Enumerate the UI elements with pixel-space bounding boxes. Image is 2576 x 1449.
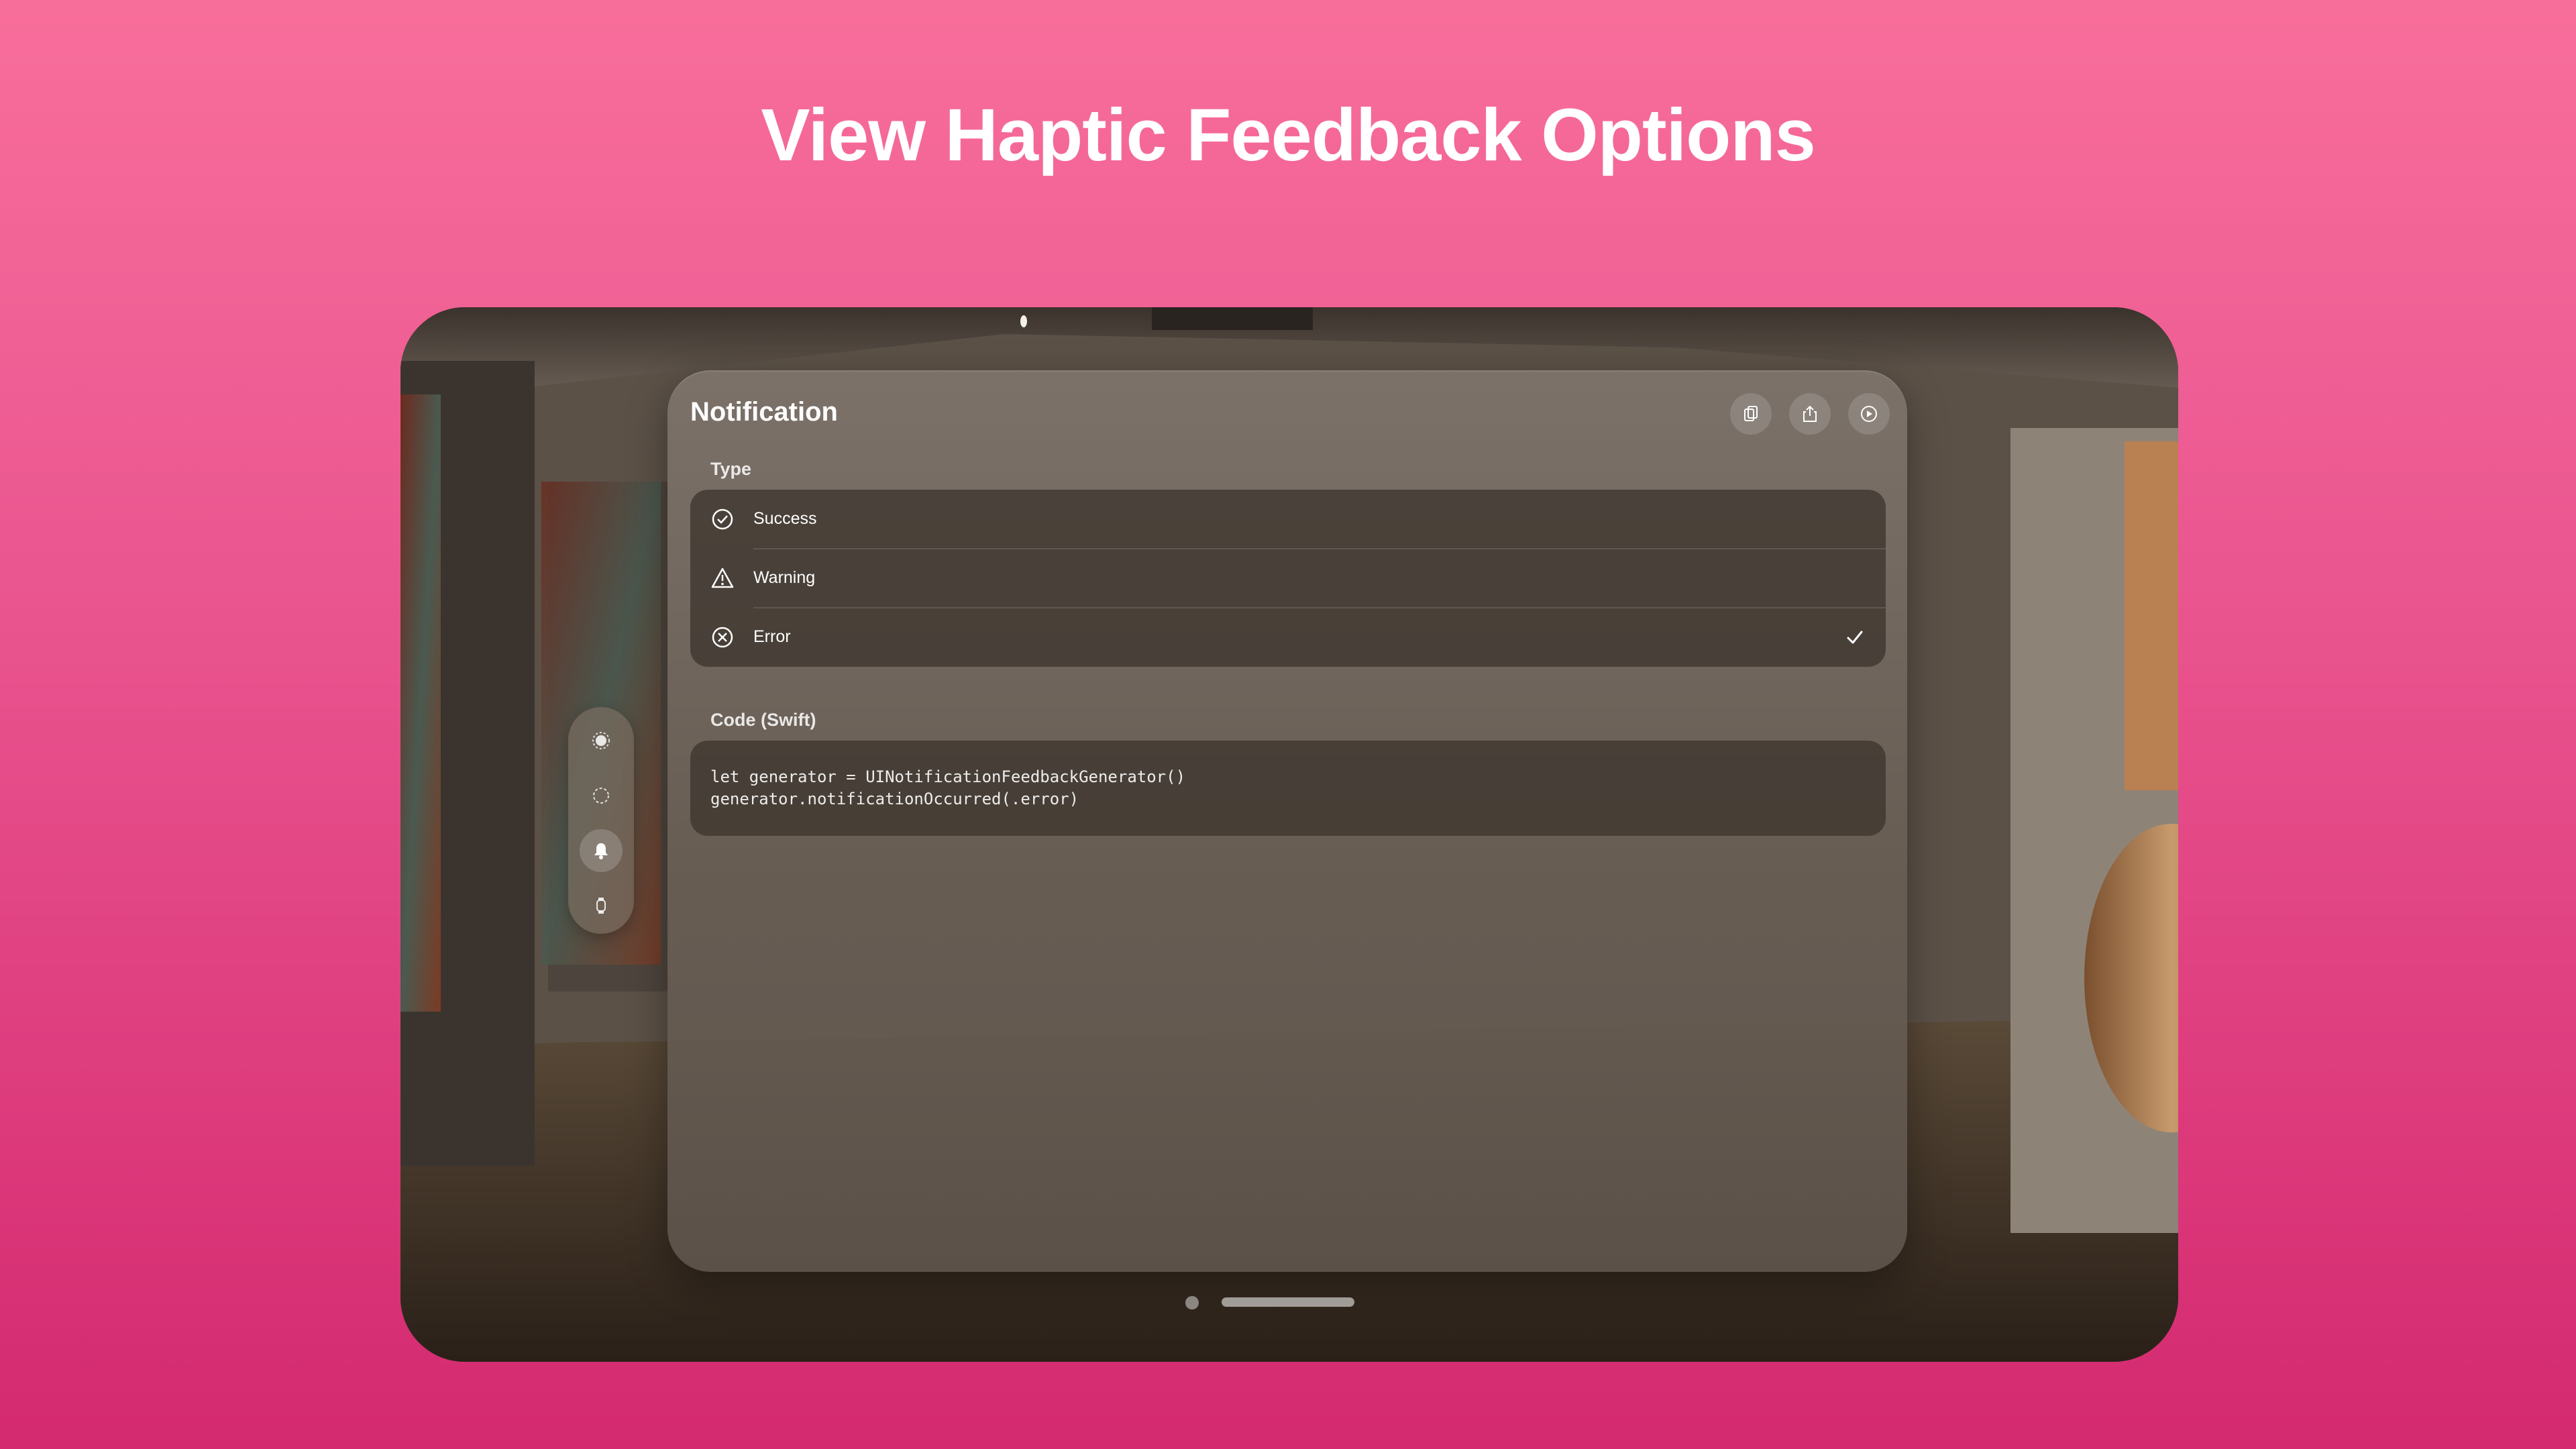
xmark-circle-icon — [712, 627, 733, 648]
watch-icon — [596, 898, 606, 914]
doc-on-doc-icon — [1744, 406, 1758, 421]
play-button[interactable] — [1848, 393, 1890, 435]
tab-rail — [568, 707, 634, 934]
tab-selection[interactable] — [580, 774, 623, 817]
code-section-label: Code (Swift) — [710, 710, 816, 730]
share-icon — [1803, 405, 1817, 422]
type-row-success[interactable]: Success — [690, 490, 1886, 549]
type-section-label: Type — [710, 459, 752, 479]
impact-burst-icon — [592, 732, 610, 749]
play-circle-icon — [1861, 406, 1877, 422]
notification-panel: Notification Type Success Warning Error … — [667, 370, 1907, 1272]
type-label-warning: Warning — [753, 568, 816, 587]
type-label-success: Success — [753, 509, 817, 528]
checkmark-icon — [1847, 631, 1863, 644]
bell-icon — [594, 843, 608, 859]
window-grabber[interactable] — [1222, 1297, 1354, 1307]
code-line: let generator = UINotificationFeedbackGe… — [710, 767, 1186, 786]
tab-impact[interactable] — [580, 719, 623, 762]
type-list: Success Warning Error — [690, 490, 1886, 667]
headline: View Haptic Feedback Options — [761, 94, 1816, 176]
type-label-error: Error — [753, 627, 791, 646]
share-button[interactable] — [1789, 393, 1831, 435]
code-block: let generator = UINotificationFeedbackGe… — [690, 741, 1886, 836]
page-indicator-dot[interactable] — [1185, 1296, 1199, 1309]
type-row-error[interactable]: Error — [690, 608, 1886, 667]
type-row-warning[interactable]: Warning — [690, 549, 1886, 608]
cursor-indicator — [1020, 315, 1027, 327]
tab-notification[interactable] — [580, 829, 623, 872]
checkmark-circle-icon — [712, 508, 733, 530]
panel-title: Notification — [690, 397, 838, 427]
copy-button[interactable] — [1730, 393, 1772, 435]
vision-window: Notification Type Success Warning Error … — [400, 307, 2178, 1362]
dashed-circle-icon — [593, 788, 609, 804]
code-line: generator.notificationOccurred(.error) — [710, 790, 1079, 808]
warning-triangle-icon — [711, 568, 734, 588]
tab-device[interactable] — [580, 884, 623, 927]
